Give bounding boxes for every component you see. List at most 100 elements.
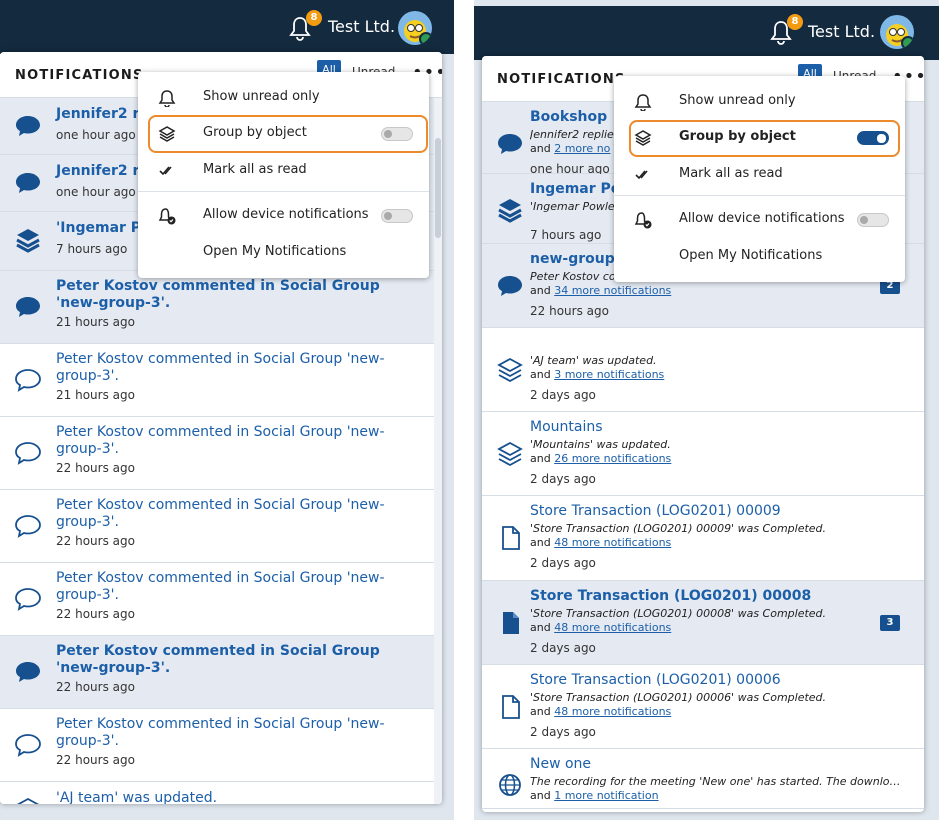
comment-icon: [16, 173, 40, 193]
layers-icon: [16, 797, 40, 804]
menu-item-label: Mark all as read: [679, 166, 783, 181]
notification-time: 2 days ago: [530, 725, 596, 739]
avatar[interactable]: [880, 15, 914, 49]
document-icon: [503, 612, 519, 634]
bell-icon: [158, 90, 176, 107]
notification-item[interactable]: Peter Kostov commented in Social Group '…: [0, 490, 442, 563]
more-notifications-link[interactable]: 34 more notifications: [554, 284, 671, 297]
notification-group-item[interactable]: 'AJ team' was updated. and 3 more notific…: [482, 328, 924, 412]
notification-title[interactable]: Store Transaction (LOG0201) 00008: [530, 588, 904, 605]
company-name[interactable]: Test Ltd.: [808, 22, 875, 41]
more-notifications-row: and 2 more no: [530, 142, 610, 155]
panel-title: NOTIFICATIONS: [497, 72, 626, 87]
comment-icon: [16, 116, 40, 136]
notification-group-item[interactable]: New one The recording for the meeting 'Ne…: [482, 749, 924, 809]
more-notifications-row: and 48 more notifications: [530, 536, 671, 549]
notification-group-item[interactable]: Store Transaction (LOG0201) 00009 'Store …: [482, 496, 924, 581]
menu-item-mark-all-as-read[interactable]: Mark all as read: [614, 157, 905, 191]
menu-item-label: Open My Notifications: [679, 248, 823, 263]
notification-title[interactable]: Peter Kostov commented in Social Group '…: [56, 497, 422, 531]
document-icon: [502, 526, 520, 550]
more-notifications-row: and 48 more notifications: [530, 621, 671, 634]
comment-icon: [15, 734, 41, 757]
notification-title[interactable]: Peter Kostov commented in Social Group '…: [56, 424, 422, 458]
comment-icon: [15, 369, 41, 392]
notification-time: 21 hours ago: [56, 388, 135, 402]
notification-title[interactable]: New one: [530, 756, 904, 773]
notification-count-badge: 8: [306, 10, 322, 26]
notification-group-item[interactable]: Mountains 'Mountains' was updated. and 26 …: [482, 412, 924, 496]
bell-check-icon: [634, 212, 652, 229]
comment-icon: [15, 442, 41, 465]
notification-time: 7 hours ago: [530, 228, 602, 242]
menu-item-open-my-notifications[interactable]: Open My Notifications: [614, 239, 905, 273]
toggle-switch[interactable]: [857, 213, 889, 227]
menu-item-show-unread-only[interactable]: Show unread only: [138, 80, 429, 114]
scrollbar[interactable]: [434, 98, 442, 804]
notification-time: one hour ago: [56, 128, 136, 142]
notification-time: 7 hours ago: [56, 242, 128, 256]
avatar[interactable]: [398, 11, 432, 45]
menu-item-allow-device-notifications[interactable]: Allow device notifications: [138, 198, 429, 232]
layers-icon: [498, 199, 522, 223]
notification-title[interactable]: Peter Kostov commented in Social Group '…: [56, 716, 422, 750]
separator: [454, 0, 474, 820]
more-notifications-link[interactable]: 48 more notifications: [554, 705, 671, 718]
more-notifications-link[interactable]: 1 more notification: [554, 789, 658, 802]
comment-icon: [498, 134, 522, 154]
more-notifications-link[interactable]: 48 more notifications: [554, 536, 671, 549]
notification-group-item[interactable]: Store Transaction (LOG0201) 00008 'Store …: [482, 581, 924, 665]
notification-time: 21 hours ago: [56, 315, 135, 329]
menu-item-show-unread-only[interactable]: Show unread only: [614, 84, 905, 118]
notification-title[interactable]: Peter Kostov commented in Social Group '…: [56, 570, 422, 604]
notification-group-item[interactable]: Store Transaction (LOG0201) 00006 'Store …: [482, 665, 924, 749]
notification-description: 'AJ team' was updated.: [530, 354, 657, 367]
toggle-switch[interactable]: [381, 209, 413, 223]
online-status-icon: [901, 36, 914, 49]
notification-item[interactable]: Peter Kostov commented in Social Group '…: [0, 271, 442, 344]
bell-icon: [634, 94, 652, 111]
notification-item[interactable]: Peter Kostov commented in Social Group '…: [0, 636, 442, 709]
toggle-knob: [860, 216, 868, 224]
more-notifications-link[interactable]: 2 more no: [554, 142, 610, 155]
notification-item[interactable]: Peter Kostov commented in Social Group '…: [0, 709, 442, 782]
notification-time: 2 days ago: [530, 641, 596, 655]
menu-item-label: Show unread only: [679, 93, 796, 108]
top-bar: 8 Test Ltd.: [0, 0, 454, 54]
notification-item[interactable]: Peter Kostov commented in Social Group '…: [0, 344, 442, 417]
left-screenshot: 8 Test Ltd. NOTIFICATIONS All Unread •••…: [0, 0, 454, 820]
notification-item[interactable]: Peter Kostov commented in Social Group '…: [0, 563, 442, 636]
more-notifications-link[interactable]: 3 more notifications: [554, 368, 664, 381]
notification-item[interactable]: Peter Kostov commented in Social Group '…: [0, 417, 442, 490]
menu-item-mark-all-as-read[interactable]: Mark all as read: [138, 153, 429, 187]
right-screenshot: 8 Test Ltd. NOTIFICATIONS All Unread •••…: [474, 0, 939, 820]
notification-description: 'Mountains' was updated.: [530, 438, 671, 451]
notification-time: 22 hours ago: [56, 753, 135, 767]
comment-icon: [15, 588, 41, 611]
scrollbar-thumb[interactable]: [435, 138, 441, 238]
comment-icon: [16, 297, 40, 317]
menu-item-allow-device-notifications[interactable]: Allow device notifications: [614, 202, 905, 236]
double-check-icon: [635, 170, 648, 180]
notification-title[interactable]: Peter Kostov commented in Social Group '…: [56, 643, 422, 677]
notification-time: 22 hours ago: [530, 304, 609, 318]
notification-title[interactable]: 'AJ team' was updated.: [56, 790, 422, 804]
notification-title[interactable]: Store Transaction (LOG0201) 00009: [530, 503, 904, 520]
notification-title[interactable]: Peter Kostov commented in Social Group '…: [56, 351, 422, 385]
notification-time: 22 hours ago: [56, 607, 135, 621]
notification-title[interactable]: Store Transaction (LOG0201) 00006: [530, 672, 904, 689]
more-notifications-link[interactable]: 26 more notifications: [554, 452, 671, 465]
and-label: and: [530, 705, 551, 718]
menu-item-open-my-notifications[interactable]: Open My Notifications: [138, 235, 429, 269]
notification-time: 2 days ago: [530, 388, 596, 402]
notification-title[interactable]: Mountains: [530, 419, 904, 436]
company-name[interactable]: Test Ltd.: [328, 17, 395, 36]
notification-item[interactable]: 'AJ team' was updated.: [0, 782, 442, 804]
more-notifications-link[interactable]: 48 more notifications: [554, 621, 671, 634]
highlight-box: [148, 115, 428, 153]
notification-count-badge: 8: [787, 14, 803, 30]
notification-title[interactable]: Peter Kostov commented in Social Group '…: [56, 278, 422, 312]
layers-icon: [497, 441, 523, 467]
and-label: and: [530, 789, 551, 802]
notification-time: one hour ago: [56, 185, 136, 199]
